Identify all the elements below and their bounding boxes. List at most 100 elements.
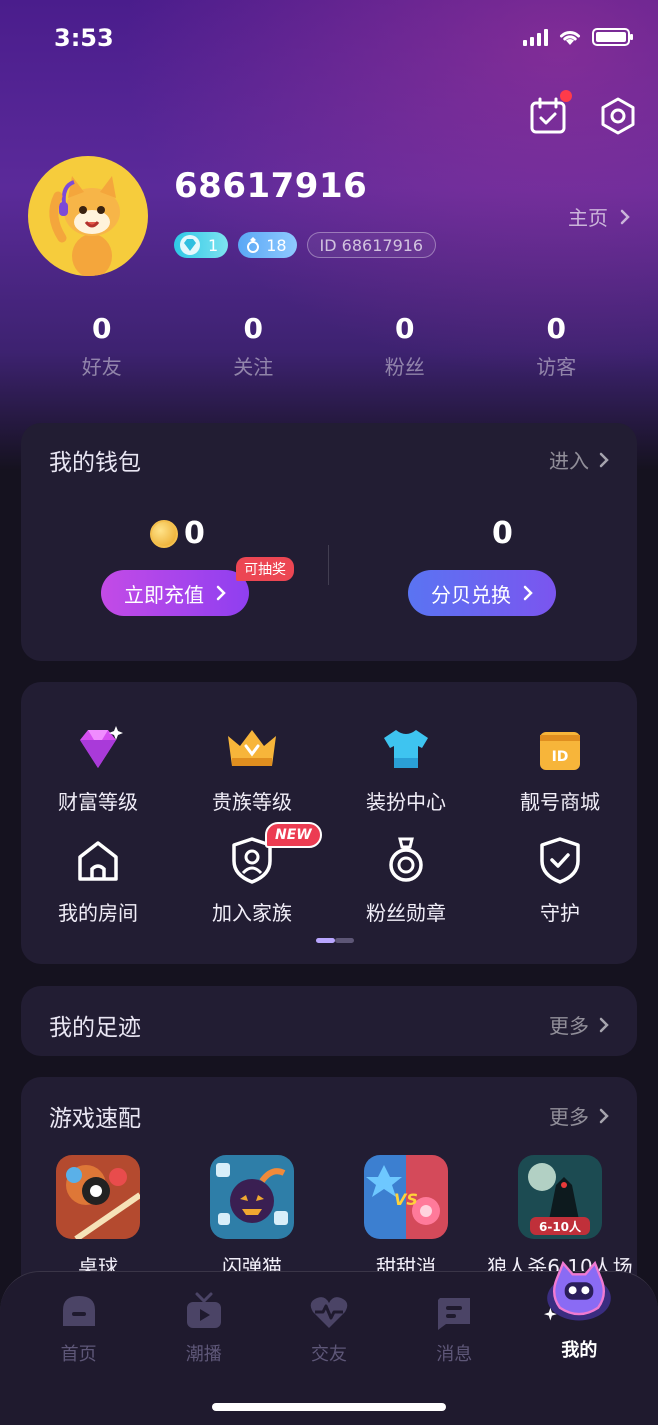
house-icon: [70, 833, 126, 887]
user-badges: 1 18 ID 68617916: [174, 232, 437, 258]
feature-wealth-level[interactable]: 财富等级: [21, 722, 175, 815]
avatar[interactable]: [28, 156, 148, 276]
status-time: 3:53: [54, 24, 114, 52]
username: 68617916: [174, 166, 368, 206]
stat-value: 0: [395, 312, 415, 345]
chevron-right-icon: [599, 452, 609, 467]
game-billiards[interactable]: 桌球: [21, 1155, 175, 1280]
tab-bar: 首页 潮播 交友 消息 我的: [0, 1260, 658, 1425]
coin-balance: 0: [150, 516, 205, 551]
footprint-more-label: 更多: [549, 1014, 589, 1038]
feature-my-room[interactable]: 我的房间: [21, 833, 175, 926]
recharge-label: 立即充值: [124, 582, 204, 607]
user-level-value: 18: [266, 235, 287, 255]
tab-live[interactable]: 潮播: [141, 1290, 266, 1366]
wallet-enter-label: 进入: [549, 449, 589, 473]
footprint-card[interactable]: 我的足迹 更多: [21, 986, 637, 1056]
tab-me[interactable]: 我的: [517, 1260, 642, 1366]
stat-visitors[interactable]: 0 访客: [481, 312, 633, 380]
tab-label: 交友: [311, 1344, 347, 1365]
games-more-label: 更多: [549, 1105, 589, 1129]
settings-button[interactable]: [598, 96, 638, 136]
profile-page: 3:53 68617916 1 18 ID 68617916 主页 0 好友 0…: [0, 0, 658, 1425]
tab-list: 首页 潮播 交友 消息 我的: [16, 1260, 642, 1366]
shell-balance-value: 0: [492, 516, 513, 551]
footprint-title: 我的足迹: [49, 1015, 141, 1041]
stat-value: 0: [92, 312, 112, 345]
home-link[interactable]: 主页: [568, 202, 630, 231]
svg-text:ID: ID: [552, 749, 569, 765]
heartbeat-icon: [310, 1297, 348, 1328]
stat-label: 访客: [536, 355, 577, 379]
stat-value: 0: [546, 312, 566, 345]
coin-balance-value: 0: [184, 516, 205, 551]
feature-label: 财富等级: [58, 790, 138, 814]
recharge-button[interactable]: 立即充值: [101, 570, 249, 616]
footprint-more-link[interactable]: 更多: [549, 1010, 609, 1039]
game-sweet-match[interactable]: VS 甜甜消: [329, 1155, 483, 1280]
tshirt-icon: [378, 722, 434, 776]
wallet-divider: [328, 545, 329, 585]
home-indicator: [212, 1403, 446, 1411]
diamond-level-value: 1: [208, 235, 219, 255]
chevron-right-icon: [599, 1108, 609, 1123]
chevron-right-icon: [216, 585, 226, 601]
user-level-badge[interactable]: 18: [238, 232, 297, 258]
exchange-button[interactable]: 分贝兑换: [408, 570, 556, 616]
features-card: 财富等级 贵族等级 装扮中心 ID 靓号商城 我的房间 加入家族 粉丝勋章 守护: [21, 682, 637, 964]
bomb-cat-thumb-icon: [210, 1155, 294, 1239]
feature-label: 装扮中心: [366, 790, 446, 814]
cat-mascot-icon: [544, 1260, 612, 1321]
tab-messages[interactable]: 消息: [392, 1290, 517, 1366]
feature-label: 粉丝勋章: [366, 901, 446, 925]
lottery-tag: 可抽奖: [236, 557, 294, 581]
chevron-right-icon: [523, 585, 533, 601]
signal-icon: [523, 28, 548, 46]
sweet-match-thumb-icon: VS: [364, 1155, 448, 1239]
stat-label: 好友: [81, 355, 122, 379]
stat-following[interactable]: 0 关注: [178, 312, 330, 380]
wallet-card: 我的钱包 进入: [21, 423, 637, 661]
feature-grid: 财富等级 贵族等级 装扮中心 ID 靓号商城 我的房间 加入家族 粉丝勋章 守护: [21, 722, 637, 926]
tv-icon: [186, 1292, 221, 1328]
checkin-calendar-button[interactable]: [528, 90, 572, 136]
stat-label: 粉丝: [384, 355, 425, 379]
game-flash-cat[interactable]: 闪弹猫: [175, 1155, 329, 1280]
wallet-enter-link[interactable]: 进入: [549, 445, 609, 474]
werewolf-thumb-text: 6-10人: [539, 1219, 582, 1234]
stat-friends[interactable]: 0 好友: [26, 312, 178, 380]
feature-guard[interactable]: 守护: [483, 833, 637, 926]
vs-text: VS: [394, 1190, 418, 1209]
status-icons: [523, 28, 633, 46]
feature-id-shop[interactable]: ID 靓号商城: [483, 722, 637, 815]
stat-fans[interactable]: 0 粉丝: [329, 312, 481, 380]
wallet-title: 我的钱包: [49, 450, 141, 476]
home-link-label: 主页: [568, 206, 608, 230]
games-title: 游戏速配: [49, 1106, 141, 1132]
billiards-thumb-icon: [56, 1155, 140, 1239]
feature-label: 加入家族: [212, 901, 292, 925]
calendar-check-icon: [530, 97, 566, 134]
notification-dot: [560, 90, 572, 102]
tab-label: 消息: [436, 1344, 473, 1365]
guard-shield-icon: [532, 833, 588, 887]
tab-friends[interactable]: 交友: [266, 1290, 391, 1366]
diamond-badge-icon: [180, 235, 200, 255]
games-more-link[interactable]: 更多: [549, 1101, 609, 1130]
feature-dressup-center[interactable]: 装扮中心: [329, 722, 483, 815]
diamond-icon: [70, 722, 126, 776]
ring-level-icon: [247, 237, 260, 253]
feature-fan-medal[interactable]: 粉丝勋章: [329, 833, 483, 926]
new-tag: NEW: [265, 822, 322, 848]
tab-label: 潮播: [185, 1344, 222, 1365]
message-icon: [438, 1298, 471, 1330]
id-badge[interactable]: ID 68617916: [306, 232, 437, 258]
diamond-level-badge[interactable]: 1: [174, 232, 229, 258]
feature-label: 靓号商城: [520, 790, 600, 814]
cat-avatar-icon: [49, 176, 120, 276]
feature-label: 贵族等级: [212, 790, 292, 814]
feature-noble-level[interactable]: 贵族等级: [175, 722, 329, 815]
tab-label: 我的: [561, 1340, 598, 1361]
stat-value: 0: [243, 312, 263, 345]
tab-home[interactable]: 首页: [16, 1290, 141, 1366]
